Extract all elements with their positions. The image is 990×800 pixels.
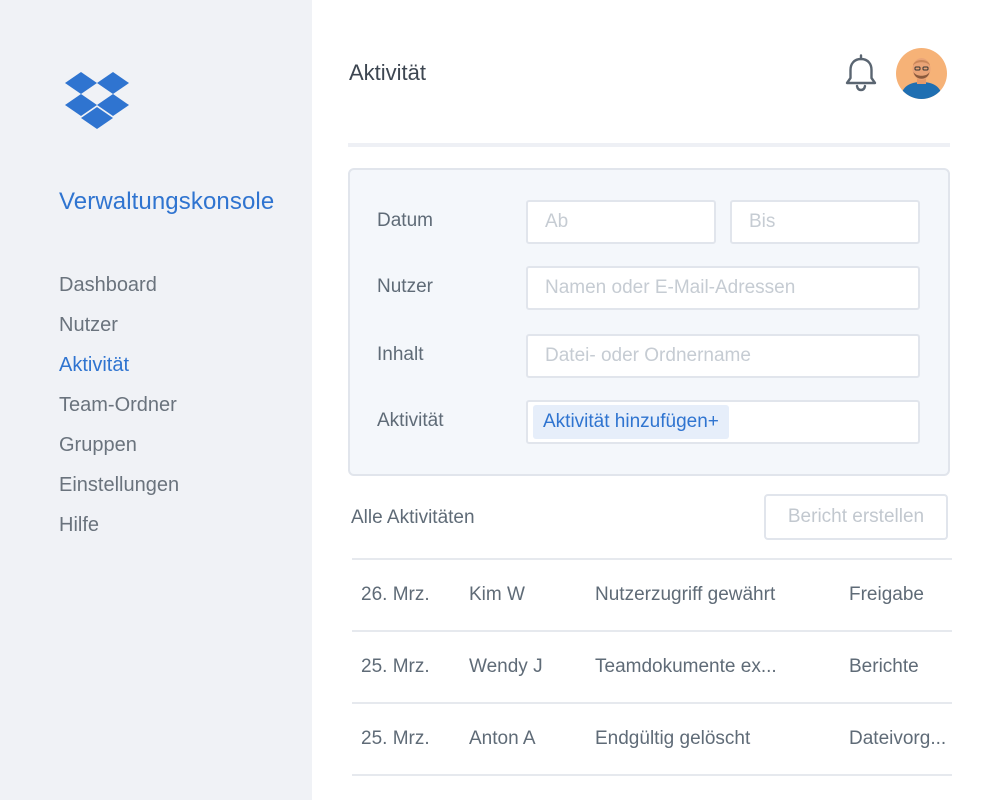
user-label: Nutzer — [377, 276, 433, 297]
content-search-input[interactable] — [526, 334, 920, 378]
user-avatar[interactable] — [896, 48, 947, 99]
create-report-button[interactable]: Bericht erstellen — [764, 494, 948, 540]
sidebar-item-aktivitaet[interactable]: Aktivität — [59, 350, 179, 390]
header-divider — [348, 143, 950, 147]
row-category: Dateivorg... — [849, 728, 947, 749]
results-heading: Alle Aktivitäten — [351, 507, 475, 528]
row-category: Berichte — [849, 656, 919, 677]
row-action: Nutzerzugriff gewährt — [595, 584, 776, 605]
sidebar-item-hilfe[interactable]: Hilfe — [59, 510, 179, 550]
row-date: 26. Mrz. — [361, 584, 430, 605]
dropbox-logo-icon[interactable] — [64, 70, 130, 130]
row-action: Endgültig gelöscht — [595, 728, 751, 749]
table-row[interactable]: 26. Mrz. Kim W Nutzerzugriff gewährt Fre… — [352, 560, 952, 630]
activity-label: Aktivität — [377, 410, 444, 431]
bell-icon[interactable] — [843, 54, 879, 92]
sidebar-item-nutzer[interactable]: Nutzer — [59, 310, 179, 350]
table-row[interactable]: 25. Mrz. Anton A Endgültig gelöscht Date… — [352, 704, 952, 774]
content-label: Inhalt — [377, 344, 424, 365]
sidebar-item-dashboard[interactable]: Dashboard — [59, 270, 179, 310]
date-label: Datum — [377, 210, 433, 231]
date-to-input[interactable] — [730, 200, 920, 244]
sidebar-item-gruppen[interactable]: Gruppen — [59, 430, 179, 470]
row-user: Wendy J — [469, 656, 543, 677]
sidebar-nav: Dashboard Nutzer Aktivität Team-Ordner G… — [59, 270, 179, 550]
row-user: Kim W — [469, 584, 525, 605]
row-user: Anton A — [469, 728, 536, 749]
row-category: Freigabe — [849, 584, 924, 605]
row-date: 25. Mrz. — [361, 728, 430, 749]
page-title: Aktivität — [349, 60, 427, 85]
row-action: Teamdokumente ex... — [595, 656, 777, 677]
add-activity-chip[interactable]: Aktivität hinzufügen+ — [533, 405, 729, 439]
sidebar-item-einstellungen[interactable]: Einstellungen — [59, 470, 179, 510]
user-search-input[interactable] — [526, 266, 920, 310]
activity-filter-field[interactable]: Aktivität hinzufügen+ — [526, 400, 920, 444]
table-divider — [352, 774, 952, 776]
sidebar-item-team-ordner[interactable]: Team-Ordner — [59, 390, 179, 430]
date-from-input[interactable] — [526, 200, 716, 244]
sidebar: Verwaltungskonsole Dashboard Nutzer Akti… — [0, 0, 312, 800]
row-date: 25. Mrz. — [361, 656, 430, 677]
table-row[interactable]: 25. Mrz. Wendy J Teamdokumente ex... Ber… — [352, 632, 952, 702]
console-title: Verwaltungskonsole — [59, 188, 275, 215]
